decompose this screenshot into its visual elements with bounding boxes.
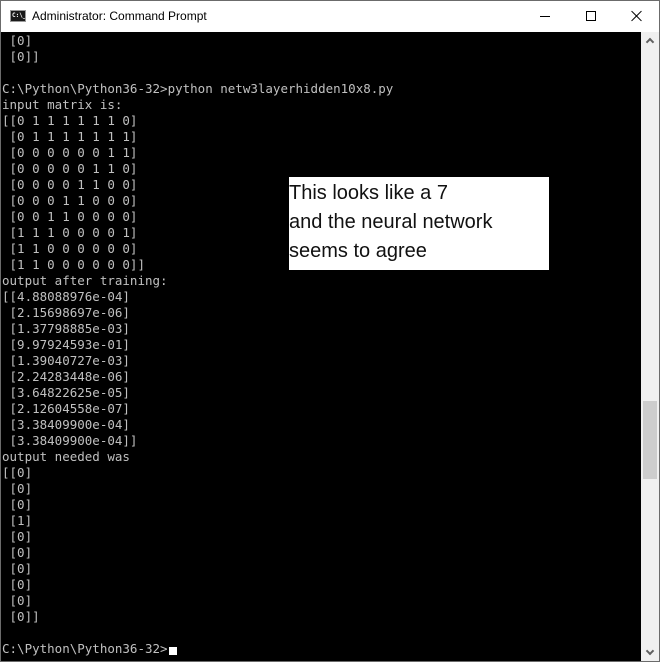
console-line: [0] (2, 497, 33, 512)
maximize-icon (586, 11, 596, 21)
scroll-thumb[interactable] (643, 401, 657, 479)
command-prompt-line: C:\Python\Python36-32> (2, 641, 393, 657)
chevron-up-icon (645, 37, 655, 47)
console-line: [1.39040727e-03] (2, 353, 130, 368)
console-line: [0] (2, 529, 33, 544)
console-line: [2.15698697e-06] (2, 305, 130, 320)
command-prompt-window: C:\_ Administrator: Command Prompt [0] [… (0, 0, 660, 662)
console-line: [[4.88088976e-04] (2, 289, 130, 304)
console-line: [[0 1 1 1 1 1 1 0] (2, 113, 138, 128)
console-line: [3.38409900e-04] (2, 417, 130, 432)
chevron-down-icon (645, 646, 655, 656)
console-line: [0]] (2, 609, 40, 624)
annotation-line: This looks like a 7 (289, 182, 448, 204)
vertical-scrollbar[interactable] (641, 32, 659, 661)
console-line: [0] (2, 545, 33, 560)
console-line: [0]] (2, 49, 40, 64)
console-line: [2.24283448e-06] (2, 369, 130, 384)
console-line: [9.97924593e-01] (2, 337, 130, 352)
scroll-down-button[interactable] (641, 644, 659, 661)
annotation-line: and the neural network (289, 211, 493, 233)
console-line: output needed was (2, 449, 130, 464)
cmd-icon[interactable]: C:\_ (10, 10, 26, 22)
console-line: [3.38409900e-04]] (2, 433, 138, 448)
console-line: [1] (2, 513, 33, 528)
scroll-up-button[interactable] (641, 32, 659, 49)
minimize-button[interactable] (522, 1, 568, 31)
console-line: [0 0 0 0 0 1 1 0] (2, 161, 138, 176)
window-title: Administrator: Command Prompt (32, 9, 207, 23)
console-line: [0] (2, 577, 33, 592)
console-line: [2.12604558e-07] (2, 401, 130, 416)
title-bar[interactable]: C:\_ Administrator: Command Prompt (1, 1, 659, 32)
console-text: [0] [0]] C:\Python\Python36-32>python net… (2, 33, 393, 657)
console-line: input matrix is: (2, 97, 123, 112)
console-line: C:\Python\Python36-32>python netw3layerh… (2, 81, 394, 96)
console-line: [0 1 1 1 1 1 1 1] (2, 129, 138, 144)
minimize-icon (540, 15, 550, 17)
console-output[interactable]: [0] [0]] C:\Python\Python36-32>python net… (1, 32, 641, 661)
console-line: [[0] (2, 465, 33, 480)
console-line: [1.37798885e-03] (2, 321, 130, 336)
console-line: [0] (2, 593, 33, 608)
console-line: [3.64822625e-05] (2, 385, 130, 400)
console-line: [0] (2, 33, 33, 48)
close-button[interactable] (614, 1, 660, 31)
console-line: [0 0 0 0 0 0 1 1] (2, 145, 138, 160)
maximize-button[interactable] (568, 1, 614, 31)
console-line: [0] (2, 561, 33, 576)
console-line: output after training: (2, 273, 168, 288)
annotation-box: This looks like a 7 and the neural netwo… (289, 177, 549, 270)
text-cursor (168, 647, 177, 655)
console-line: [0] (2, 481, 33, 496)
annotation-line: seems to agree (289, 240, 427, 262)
close-icon (631, 10, 643, 22)
